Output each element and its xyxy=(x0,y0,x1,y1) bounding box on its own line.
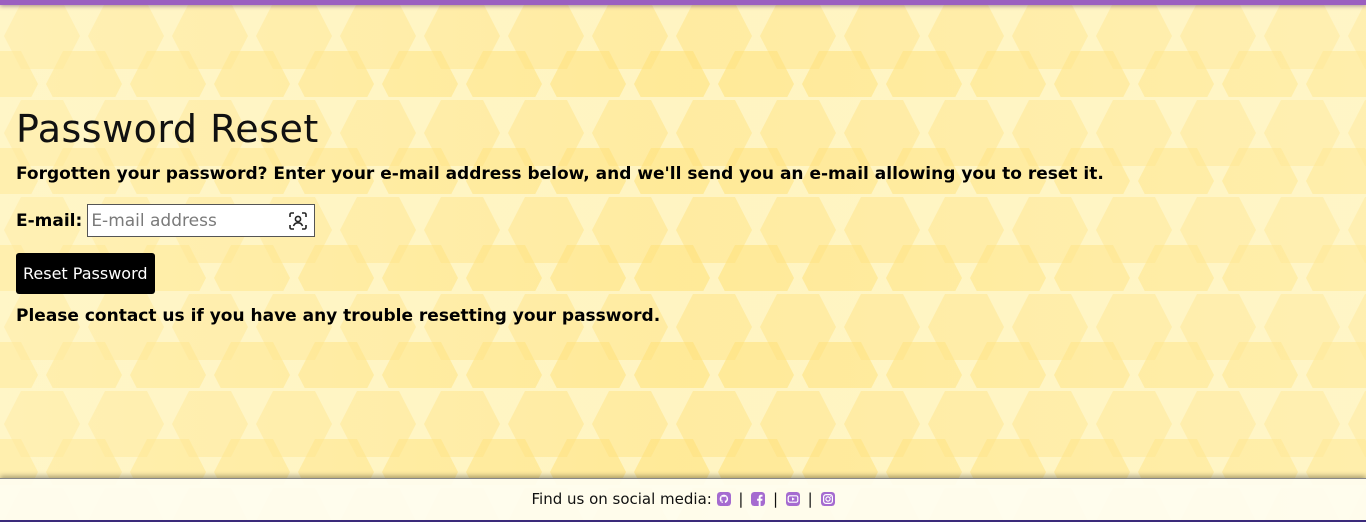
main-content: Password Reset Forgotten your password? … xyxy=(16,104,1346,328)
top-accent-bar xyxy=(0,0,1366,5)
reset-password-button[interactable]: Reset Password xyxy=(16,253,155,294)
email-label: E-mail: xyxy=(16,210,83,231)
email-field-wrapper[interactable] xyxy=(87,204,316,237)
footer-separator: | xyxy=(773,490,779,508)
footer-separator: | xyxy=(738,490,744,508)
contact-autofill-icon[interactable] xyxy=(288,211,308,231)
instagram-icon[interactable] xyxy=(820,492,835,506)
intro-text: Forgotten your password? Enter your e-ma… xyxy=(16,164,1104,184)
facebook-icon[interactable] xyxy=(751,492,766,506)
footer-text: Find us on social media: xyxy=(531,490,712,508)
page-title: Password Reset xyxy=(16,107,319,151)
email-row: E-mail: xyxy=(16,204,1346,237)
footer-separator: | xyxy=(807,490,813,508)
footer-social: Find us on social media: | | | xyxy=(0,490,1366,508)
help-text: Please contact us if you have any troubl… xyxy=(16,306,661,326)
email-input[interactable] xyxy=(88,205,282,236)
github-icon[interactable] xyxy=(716,492,731,506)
footer: Find us on social media: | | | xyxy=(0,478,1366,522)
youtube-icon[interactable] xyxy=(785,492,800,506)
